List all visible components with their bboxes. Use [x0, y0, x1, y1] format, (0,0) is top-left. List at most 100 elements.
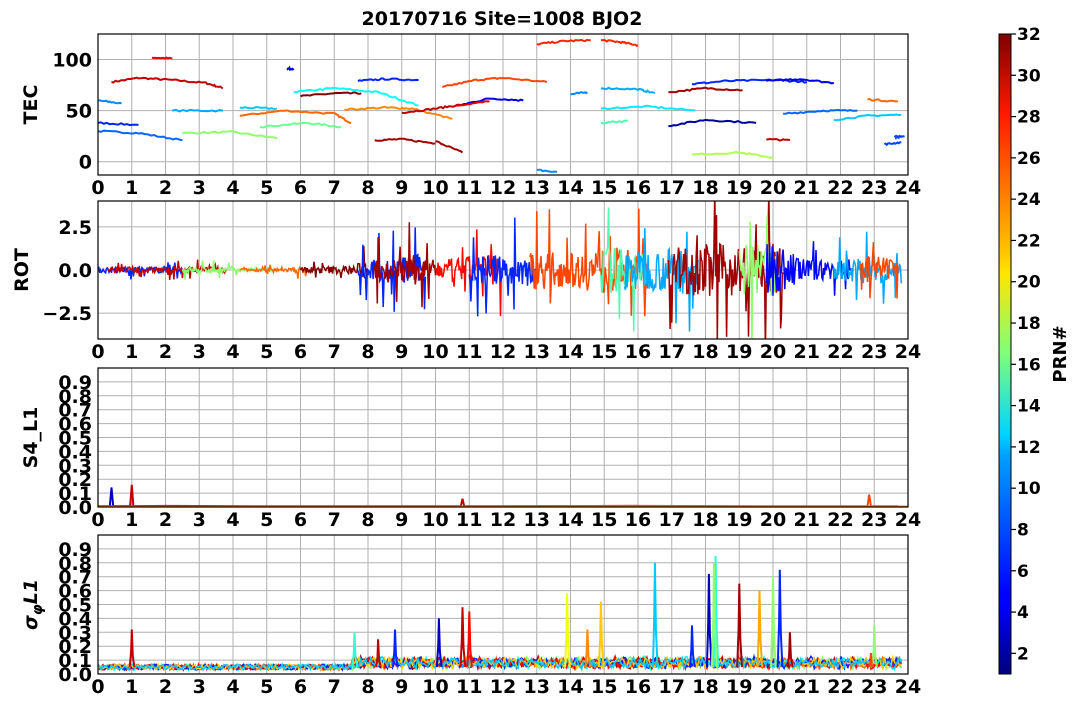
x-tick-label: 18: [692, 177, 718, 199]
x-tick-label: 0: [91, 177, 104, 199]
x-tick-label: 23: [861, 177, 887, 199]
x-tick-label: 24: [895, 509, 921, 531]
series-prn-8: [98, 129, 183, 142]
x-tick-label: 9: [395, 177, 408, 199]
series-prn-30: [108, 484, 639, 507]
x-tick-label: 16: [625, 509, 651, 531]
colorbar-tick-label: 22: [1017, 231, 1041, 251]
figure-svg: 20170716 Site=1008 BJO2 0 1 2 3 4 5 6 7 8 9 10 11 12…: [11, 8, 1071, 698]
x-tick-label: 9: [395, 341, 408, 363]
colorbar-tick-label: 6: [1017, 562, 1029, 582]
x-tick-label: 15: [591, 341, 617, 363]
series-prn-18: [691, 150, 774, 159]
x-tick-label: 0: [91, 509, 104, 531]
series-prn-6: [98, 121, 139, 127]
x-tick-label: 6: [294, 509, 307, 531]
x-tick-label: 3: [193, 341, 206, 363]
x-tick-label: 17: [659, 509, 685, 531]
grid: [97, 34, 909, 175]
x-tick-label: 22: [827, 341, 853, 363]
x-tick-label: 18: [692, 676, 718, 698]
spike-prn-11: [651, 562, 659, 668]
x-tick-label: 13: [524, 509, 550, 531]
y-tick-label: 2.5: [58, 217, 92, 239]
x-tick-label: 4: [226, 676, 239, 698]
y-tick-label: 50: [66, 101, 92, 123]
y-tick-label: 0.0: [58, 260, 92, 282]
x-tick-label: 2: [159, 509, 172, 531]
x-tick-label: 1: [125, 341, 138, 363]
x-tick-label: 14: [557, 341, 583, 363]
grid: [97, 535, 909, 675]
series-prn-17: [738, 216, 778, 339]
x-tick-label: 1: [125, 509, 138, 531]
x-tick-label: 22: [827, 676, 853, 698]
colorbar-tick-label: 30: [1017, 66, 1041, 86]
x-tick-label: 7: [328, 177, 341, 199]
figure-title: 20170716 Site=1008 BJO2: [362, 8, 643, 30]
x-tick-label: 8: [361, 676, 374, 698]
ionosphere-figure: 20170716 Site=1008 BJO2 0 1 2 3 4 5 6 7 8 9 10 11 12…: [0, 0, 1077, 709]
x-tick-label: 14: [557, 676, 583, 698]
x-tick-label: 10: [422, 177, 448, 199]
colorbar-tick-label: 20: [1017, 273, 1041, 293]
x-tick-label: 5: [260, 177, 273, 199]
y-tick-label: 0.9: [58, 372, 92, 394]
x-tick-label: 17: [659, 341, 685, 363]
x-tick-label: 12: [490, 676, 516, 698]
y-tick-label: 100: [52, 50, 92, 72]
series-prn-7: [893, 134, 905, 140]
spike-prn-30: [459, 607, 467, 668]
x-tick-label: 12: [490, 341, 516, 363]
x-tick-label: 24: [895, 676, 921, 698]
x-tick-label: 13: [524, 177, 550, 199]
x-tick-label: 21: [794, 341, 820, 363]
spike-prn-3: [705, 573, 713, 668]
x-tick-label: 21: [794, 177, 820, 199]
x-tick-label: 2: [159, 177, 172, 199]
series-prn-4: [286, 65, 295, 72]
series-group: [98, 201, 903, 339]
x-tick-label: 16: [625, 341, 651, 363]
series-prn-25: [867, 97, 898, 103]
x-tick-label: 6: [294, 676, 307, 698]
x-tick-label: 17: [659, 177, 685, 199]
x-tick-label: 5: [260, 509, 273, 531]
x-tick-label: 20: [760, 509, 786, 531]
series-prn-3: [98, 487, 183, 507]
x-tick-label: 13: [524, 676, 550, 698]
colorbar-tick-label: 28: [1017, 108, 1041, 128]
x-tick-label: 6: [294, 341, 307, 363]
x-tick-label: 8: [361, 341, 374, 363]
x-tick-label: 18: [692, 341, 718, 363]
series-prn-13: [293, 86, 419, 107]
x-tick-label: 3: [193, 676, 206, 698]
series-prn-9: [570, 91, 589, 96]
x-tick-label: 13: [524, 341, 550, 363]
x-tick-label: 23: [861, 676, 887, 698]
x-tick-label: 2: [159, 341, 172, 363]
x-tick-label: 7: [328, 676, 341, 698]
series-prn-2: [668, 118, 757, 128]
x-tick-label: 0: [91, 341, 104, 363]
colorbar-tick-label: 26: [1017, 149, 1041, 169]
x-tick-label: 9: [395, 676, 408, 698]
x-tick-label: 4: [226, 341, 239, 363]
series-prn-31: [374, 137, 436, 145]
spike-prn-22: [597, 601, 605, 668]
colorbar-tick-label: 8: [1017, 520, 1029, 540]
series-prn-6: [357, 77, 419, 82]
series-prn-26: [502, 494, 898, 507]
x-tick-label: 8: [361, 509, 374, 531]
series-prn-29: [151, 56, 173, 60]
x-tick-label: 23: [861, 509, 887, 531]
x-tick-label: 22: [827, 509, 853, 531]
spike-prn-23: [756, 590, 764, 668]
x-tick-label: 3: [193, 509, 206, 531]
series-prn-17: [182, 130, 278, 140]
y-axis-label: σφL1: [20, 579, 46, 630]
x-tick-label: 11: [456, 177, 482, 199]
y-axis-label: S4_L1: [20, 407, 42, 469]
x-tick-label: 15: [591, 509, 617, 531]
x-tick-label: 8: [361, 177, 374, 199]
